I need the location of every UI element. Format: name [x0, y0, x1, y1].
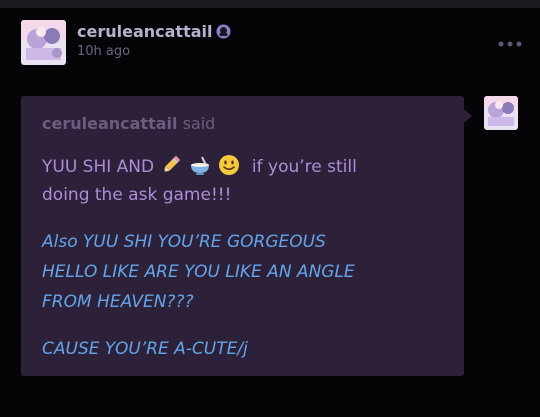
- answer-line: FROM HEAVEN???: [42, 292, 194, 312]
- avatar[interactable]: [21, 20, 66, 65]
- bowl-icon: [189, 154, 211, 176]
- smile-icon: [218, 154, 240, 176]
- timestamp: 10h ago: [77, 44, 131, 59]
- username-row: ceruleancattail: [77, 22, 231, 41]
- question-line-1: YUU SHI AND if you’re still: [42, 154, 357, 177]
- post-header: ceruleancattail 10h ago: [21, 20, 523, 66]
- pencil-icon: [160, 154, 182, 176]
- more-options-icon[interactable]: [497, 34, 523, 47]
- answer-line: CAUSE YOU’RE A-CUTE/j: [42, 339, 248, 359]
- ask-avatar[interactable]: [484, 96, 518, 130]
- asker-line: ceruleancattail said: [42, 114, 215, 133]
- question-line-2: doing the ask game!!!: [42, 185, 232, 205]
- answer-line: Also YUU SHI YOU’RE GORGEOUS: [42, 232, 326, 252]
- answer-line: HELLO LIKE ARE YOU LIKE AN ANGLE: [42, 262, 355, 282]
- ask-bubble: ceruleancattail said YUU SHI AND if you’…: [21, 96, 472, 376]
- username-link[interactable]: ceruleancattail: [77, 22, 212, 41]
- question-text-end: if you’re still: [251, 157, 357, 177]
- asker-name-link[interactable]: ceruleancattail: [42, 114, 177, 133]
- badge-icon: [216, 24, 231, 39]
- question-text-start: YUU SHI AND: [42, 157, 155, 177]
- said-label: said: [182, 114, 216, 133]
- top-bar: [0, 0, 540, 8]
